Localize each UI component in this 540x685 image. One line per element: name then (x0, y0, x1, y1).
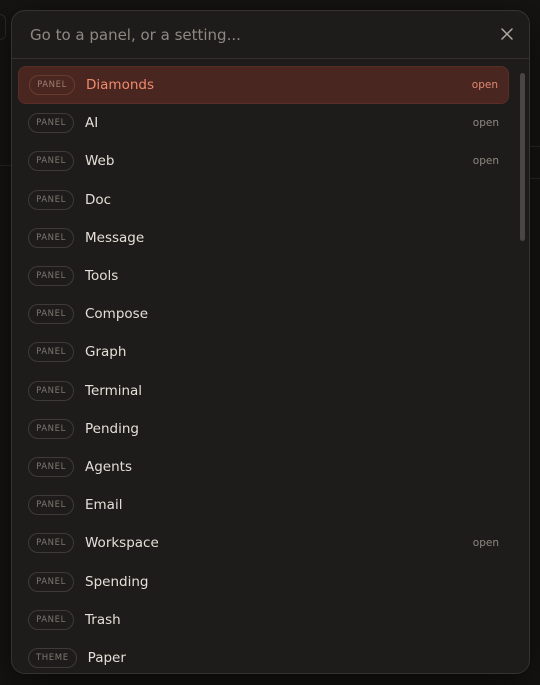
type-badge: PANEL (28, 342, 74, 363)
result-label: Email (85, 497, 123, 514)
type-badge: PANEL (28, 304, 74, 325)
close-button[interactable] (497, 24, 517, 44)
type-badge: PANEL (28, 151, 74, 172)
type-badge: PANEL (28, 571, 74, 592)
result-label: Web (85, 153, 115, 170)
result-label: Workspace (85, 535, 159, 552)
type-badge: PANEL (28, 113, 74, 134)
result-item-compose[interactable]: PANEL Compose (18, 295, 509, 333)
result-item-spending[interactable]: PANEL Spending (18, 562, 509, 600)
result-item-paper[interactable]: THEME Paper (18, 639, 509, 673)
result-item-agents[interactable]: PANEL Agents (18, 448, 509, 486)
result-item-workspace[interactable]: PANEL Workspace open (18, 524, 509, 562)
result-label: Trash (85, 611, 121, 628)
result-label: Graph (85, 344, 127, 361)
result-item-trash[interactable]: PANEL Trash (18, 601, 509, 639)
type-badge: PANEL (28, 609, 74, 630)
result-label: Diamonds (86, 77, 154, 94)
command-palette: PANEL Diamonds open PANEL AI open PANEL Web open… (11, 10, 530, 674)
result-item-email[interactable]: PANEL Email (18, 486, 509, 524)
search-input[interactable] (12, 11, 482, 58)
results-list: PANEL Diamonds open PANEL AI open PANEL Web open… (12, 60, 529, 673)
type-badge: PANEL (28, 533, 74, 554)
result-label: Spending (85, 573, 149, 590)
open-status: open (472, 117, 499, 130)
type-badge: PANEL (28, 495, 74, 516)
result-label: Paper (87, 649, 126, 666)
open-status: open (472, 537, 499, 550)
result-item-diamonds[interactable]: PANEL Diamonds open (18, 66, 509, 105)
result-label: Terminal (85, 382, 143, 399)
type-badge: PANEL (28, 418, 74, 439)
type-badge: PANEL (28, 456, 74, 477)
result-item-graph[interactable]: PANEL Graph (18, 333, 509, 371)
type-badge: PANEL (28, 380, 74, 401)
result-item-message[interactable]: PANEL Message (18, 219, 509, 257)
result-label: Agents (85, 458, 132, 475)
close-icon (501, 28, 513, 40)
type-badge: PANEL (29, 75, 75, 96)
result-label: Message (85, 229, 145, 246)
open-status: open (471, 79, 498, 92)
background-divider (530, 178, 540, 179)
result-item-tools[interactable]: PANEL Tools (18, 257, 509, 295)
open-status: open (472, 155, 499, 168)
type-badge: THEME (28, 647, 77, 668)
type-badge: PANEL (28, 189, 74, 210)
type-badge: PANEL (28, 227, 74, 248)
result-item-web[interactable]: PANEL Web open (18, 142, 509, 180)
result-label: Tools (85, 268, 119, 285)
result-item-doc[interactable]: PANEL Doc (18, 181, 509, 219)
type-badge: PANEL (28, 266, 74, 287)
scrollbar-thumb[interactable] (520, 73, 525, 241)
search-row (12, 11, 529, 59)
result-label: AI (85, 115, 99, 132)
result-label: Pending (85, 420, 139, 437)
background-divider (530, 146, 540, 147)
result-item-pending[interactable]: PANEL Pending (18, 410, 509, 448)
result-label: Compose (85, 306, 149, 323)
result-item-terminal[interactable]: PANEL Terminal (18, 372, 509, 410)
result-label: Doc (85, 191, 112, 208)
background-divider (0, 165, 11, 166)
background-fragment (0, 14, 6, 40)
result-item-ai[interactable]: PANEL AI open (18, 104, 509, 142)
